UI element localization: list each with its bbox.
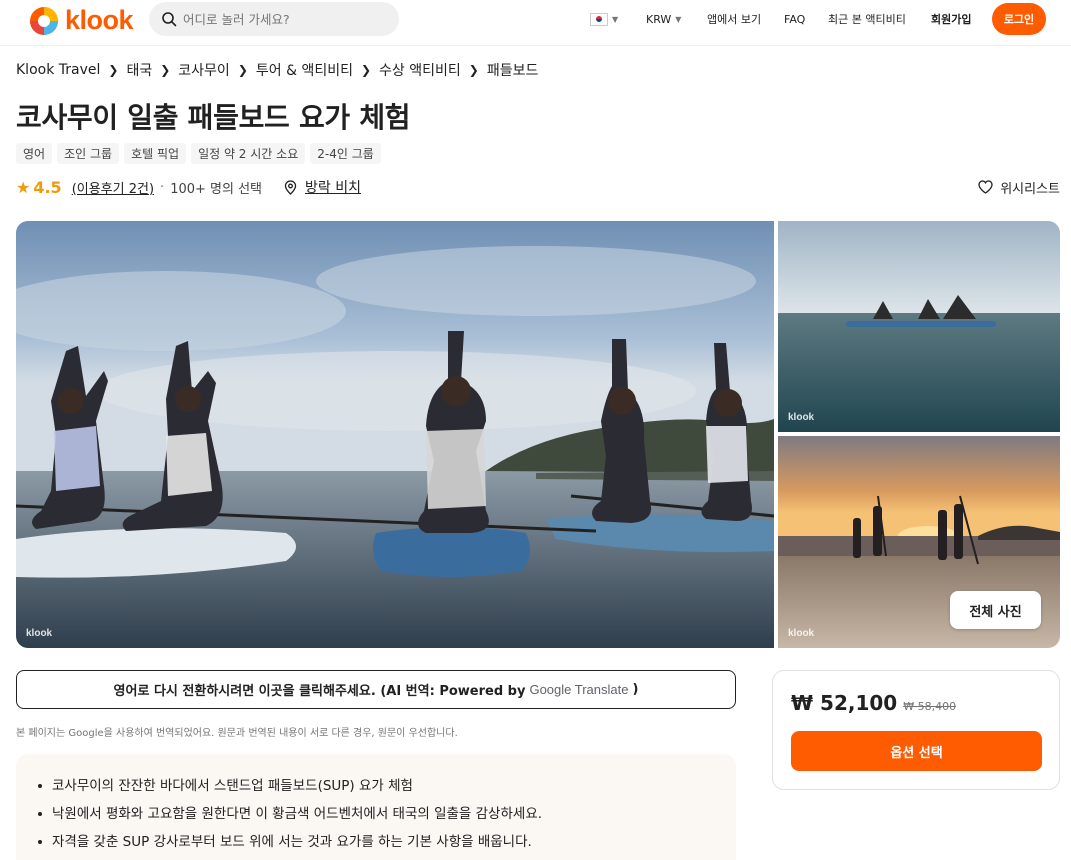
tag-group-size: 2-4인 그룹 [310, 143, 381, 164]
gallery-photo-2[interactable]: klook [778, 221, 1060, 432]
breadcrumb-item-current[interactable]: 패들보드 [487, 60, 539, 80]
currency-label: KRW [646, 12, 672, 26]
tag-duration: 일정 약 2 시간 소요 [191, 143, 306, 164]
recently-viewed-link[interactable]: 최근 본 액티비티 [828, 0, 906, 38]
rating-score: 4.5 [33, 177, 62, 197]
chevron-down-icon: ▼ [675, 14, 682, 24]
page-title: 코사무이 일출 패들보드 요가 체험 [16, 101, 411, 134]
original-price: ₩ 58,400 [903, 700, 957, 713]
breadcrumb-item[interactable]: 태국 [126, 60, 152, 80]
reviews-link[interactable]: (이용후기 2건) [72, 178, 154, 197]
chevron-down-icon: ▼ [612, 14, 619, 24]
tag-pickup: 호텔 픽업 [124, 143, 187, 164]
tag-language: 영어 [16, 143, 53, 164]
korea-flag-icon [590, 12, 608, 26]
language-selector[interactable]: ▼ [590, 0, 618, 38]
activity-tags: 영어 조인 그룹 호텔 픽업 일정 약 2 시간 소요 2-4인 그룹 [16, 143, 381, 164]
chevron-right-icon: ❯ [237, 63, 248, 77]
price-card: ₩ 52,100 ₩ 58,400 옵션 선택 [772, 670, 1060, 790]
top-header: klook ▼ KRW ▼ 앱에서 보기 FAQ 최근 본 액티비티 회원가입 … [0, 0, 1071, 46]
translation-disclaimer: 본 페이지는 Google을 사용하여 번역되었어요. 원문과 번역된 내용이 … [16, 728, 458, 739]
star-icon: ★ [16, 177, 31, 197]
login-button[interactable]: 로그인 [992, 3, 1046, 35]
price-block: ₩ 52,100 ₩ 58,400 [791, 691, 956, 715]
chevron-right-icon: ❯ [160, 63, 171, 77]
select-option-button[interactable]: 옵션 선택 [791, 731, 1042, 771]
separator-dot: · [160, 179, 165, 195]
logo-text: klook [65, 5, 134, 35]
highlight-item: 낙원에서 평화와 고요함을 원한다면 이 황금색 어드벤처에서 태국의 일출을 … [36, 800, 736, 828]
paddleboard-sea-photo [778, 221, 1060, 432]
breadcrumb-item[interactable]: 코사무이 [178, 60, 230, 80]
search-bar[interactable] [149, 2, 399, 36]
klook-watermark: klook [788, 628, 815, 639]
wishlist-button[interactable]: 위시리스트 [978, 178, 1060, 197]
signup-link[interactable]: 회원가입 [931, 0, 971, 38]
breadcrumb: Klook Travel ❯ 태국 ❯ 코사무이 ❯ 투어 & 액티비티 ❯ 수… [16, 60, 538, 80]
view-all-photos-button[interactable]: 전체 사진 [950, 591, 1041, 629]
breadcrumb-item[interactable]: 투어 & 액티비티 [256, 60, 353, 80]
klook-logo-icon [29, 6, 59, 36]
translate-text: 영어로 다시 전환하시려면 이곳을 클릭해주세요. (AI 번역: Powere… [113, 684, 526, 699]
search-icon [162, 12, 177, 27]
location-pin-icon [284, 179, 297, 195]
location-link[interactable]: 방락 비치 [305, 177, 361, 197]
translate-logo-text: Translate [574, 682, 629, 697]
highlight-item: 자격을 갖춘 SUP 강사로부터 보드 위에 서는 것과 요가를 하는 기본 사… [36, 828, 736, 856]
highlights-box: 코사무이의 잔잔한 바다에서 스탠드업 패들보드(SUP) 요가 체험 낙원에서… [16, 754, 736, 860]
paddleboard-yoga-photo [16, 221, 774, 648]
current-price: ₩ 52,100 [791, 691, 898, 715]
currency-selector[interactable]: KRW ▼ [646, 0, 681, 38]
wishlist-label: 위시리스트 [1000, 181, 1060, 197]
gallery-main-photo[interactable]: klook [16, 221, 774, 648]
klook-logo[interactable]: klook [29, 5, 134, 36]
booked-count: 100+ 명의 선택 [170, 181, 262, 197]
heart-icon [978, 180, 993, 194]
breadcrumb-item[interactable]: Klook Travel [16, 62, 100, 78]
klook-watermark: klook [26, 628, 53, 639]
location[interactable]: 방락 비치 [284, 177, 361, 197]
translate-close-paren: ) [632, 682, 639, 697]
view-in-app-link[interactable]: 앱에서 보기 [707, 0, 761, 38]
rating-row: ★ 4.5 (이용후기 2건) · 100+ 명의 선택 방락 비치 위시리스트 [16, 176, 1060, 198]
google-translate-logo: Google Translate [529, 682, 628, 697]
klook-watermark: klook [788, 412, 815, 423]
google-logo-text: Google [529, 682, 572, 697]
search-input[interactable] [183, 11, 383, 27]
gallery-photo-3[interactable]: klook 전체 사진 [778, 436, 1060, 648]
chevron-right-icon: ❯ [360, 63, 372, 77]
tag-group-type: 조인 그룹 [57, 143, 120, 164]
breadcrumb-item[interactable]: 수상 액티비티 [379, 60, 461, 80]
switch-to-original-language-button[interactable]: 영어로 다시 전환하시려면 이곳을 클릭해주세요. (AI 번역: Powere… [16, 670, 736, 709]
chevron-right-icon: ❯ [108, 63, 119, 77]
highlight-item: 코사무이의 잔잔한 바다에서 스탠드업 패들보드(SUP) 요가 체험 [36, 772, 736, 800]
faq-link[interactable]: FAQ [784, 0, 805, 38]
chevron-right-icon: ❯ [468, 63, 479, 77]
